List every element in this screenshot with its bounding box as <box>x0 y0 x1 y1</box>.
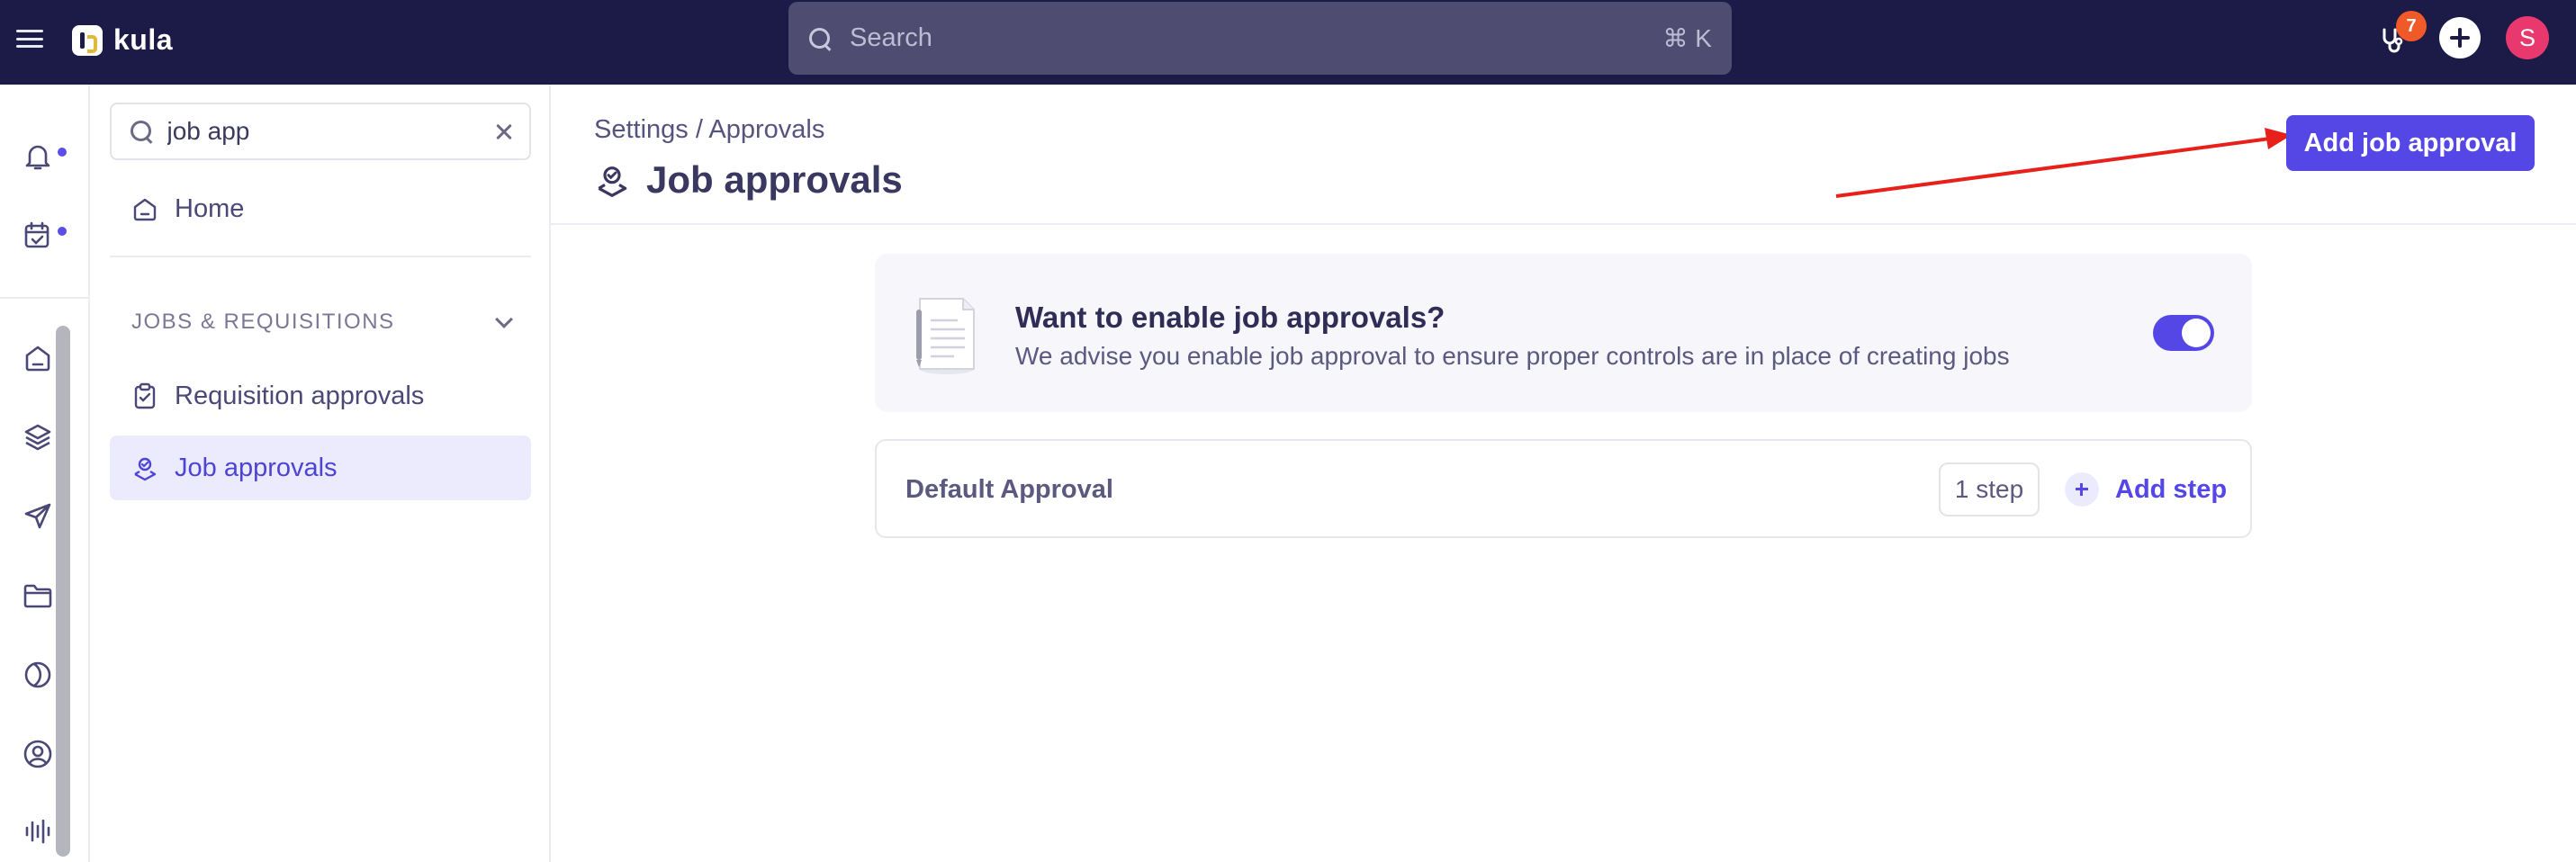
app-logo[interactable]: kula <box>72 23 173 57</box>
top-bar: kula ⌘ K 7 S <box>0 0 2576 85</box>
sidebar-divider <box>110 256 531 257</box>
bell-icon[interactable] <box>22 140 54 173</box>
page-header: Settings / Approvals Job approvals Add j… <box>551 85 2576 225</box>
sidebar-item-label: Home <box>175 193 245 223</box>
notification-badge: 7 <box>2396 11 2427 41</box>
calendar-check-icon[interactable] <box>22 220 54 252</box>
sidebar-item-label: Job approvals <box>175 453 338 482</box>
settings-search-input[interactable] <box>167 117 492 146</box>
layers-icon[interactable] <box>22 421 54 453</box>
user-avatar[interactable]: S <box>2506 16 2549 59</box>
approval-row-default[interactable]: Default Approval 1 step Add step <box>875 439 2252 538</box>
rail-divider <box>0 297 90 299</box>
calendar-unread-dot <box>58 227 67 236</box>
plus-icon <box>2065 472 2099 507</box>
activity-button[interactable]: 7 <box>2374 11 2427 59</box>
section-jobs-requisitions[interactable]: JOBS & REQUISITIONS <box>131 310 527 335</box>
icon-rail <box>0 85 90 862</box>
chevron-down-icon <box>495 313 513 331</box>
page-title-text: Job approvals <box>646 158 903 201</box>
home-icon[interactable] <box>22 342 54 374</box>
add-step-button[interactable]: Add step <box>2065 462 2227 516</box>
annotation-arrow <box>1835 128 2292 198</box>
approval-name: Default Approval <box>905 475 1113 504</box>
add-step-label: Add step <box>2115 474 2228 504</box>
settings-search[interactable] <box>110 103 531 160</box>
bell-unread-dot <box>58 148 67 157</box>
card-title: Want to enable job approvals? <box>1015 301 1446 334</box>
user-badge-icon <box>134 457 157 481</box>
document-illustration-icon <box>916 298 975 374</box>
sidebar-item-requisition-approvals[interactable]: Requisition approvals <box>110 364 531 428</box>
quick-add-button[interactable] <box>2439 17 2481 58</box>
global-search-input[interactable] <box>850 23 1663 53</box>
toggle-knob <box>2182 319 2211 347</box>
sidebar-item-job-approvals[interactable]: Job approvals <box>110 435 531 500</box>
add-job-approval-button[interactable]: Add job approval <box>2286 115 2535 171</box>
global-search[interactable]: ⌘ K <box>788 2 1732 75</box>
contrast-icon[interactable] <box>22 659 54 691</box>
search-icon <box>808 27 832 50</box>
search-shortcut-hint: ⌘ K <box>1662 24 1712 52</box>
search-icon <box>130 120 151 143</box>
menu-icon[interactable] <box>16 27 43 50</box>
home-icon <box>133 198 157 221</box>
clear-search-icon[interactable] <box>492 120 512 143</box>
kula-logo-icon <box>72 24 103 56</box>
enable-approvals-card: Want to enable job approvals? We advise … <box>875 254 2252 412</box>
page-title: Job approvals <box>594 158 903 202</box>
section-title: JOBS & REQUISITIONS <box>131 310 395 334</box>
step-count-badge: 1 step <box>1939 462 2040 516</box>
enable-job-approvals-toggle[interactable] <box>2153 315 2214 351</box>
main-content: Settings / Approvals Job approvals Add j… <box>551 85 2576 862</box>
settings-sidebar: Home JOBS & REQUISITIONS Requisition app… <box>90 85 551 862</box>
user-circle-icon[interactable] <box>22 738 54 770</box>
audio-wave-icon[interactable] <box>22 815 54 848</box>
folder-icon[interactable] <box>22 579 54 612</box>
clipboard-check-icon <box>134 382 156 409</box>
app-name: kula <box>113 23 174 56</box>
sidebar-item-home[interactable]: Home <box>110 182 531 236</box>
card-description: We advise you enable job approval to ens… <box>1015 342 2010 370</box>
sidebar-item-label: Requisition approvals <box>175 381 425 410</box>
breadcrumb[interactable]: Settings / Approvals <box>594 115 824 145</box>
rail-scrollbar[interactable] <box>56 326 70 857</box>
send-icon[interactable] <box>22 500 54 533</box>
user-badge-icon <box>598 166 627 197</box>
